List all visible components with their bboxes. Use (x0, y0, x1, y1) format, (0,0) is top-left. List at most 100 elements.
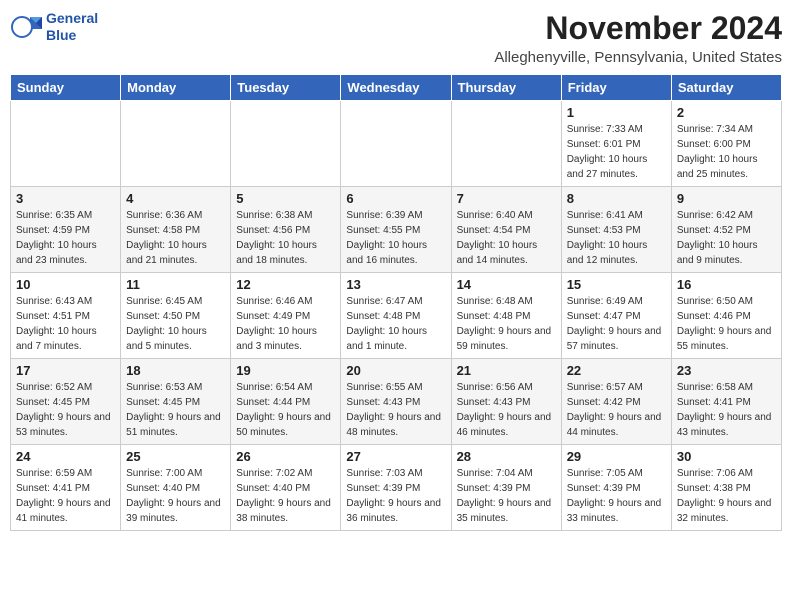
calendar-cell: 3 Sunrise: 6:35 AM Sunset: 4:59 PM Daylig… (11, 187, 121, 273)
calendar-week-3: 10 Sunrise: 6:43 AM Sunset: 4:51 PM Dayli… (11, 273, 782, 359)
day-number: 12 (236, 277, 335, 292)
calendar-cell: 24 Sunrise: 6:59 AM Sunset: 4:41 PM Dayli… (11, 445, 121, 531)
day-detail: Sunrise: 6:46 AM Sunset: 4:49 PM Dayligh… (236, 294, 335, 354)
day-number: 10 (16, 277, 115, 292)
day-number: 28 (457, 449, 556, 464)
header-cell-sunday: Sunday (11, 75, 121, 101)
day-detail: Sunrise: 6:39 AM Sunset: 4:55 PM Dayligh… (346, 208, 445, 268)
day-number: 13 (346, 277, 445, 292)
calendar-cell (121, 101, 231, 187)
day-number: 5 (236, 191, 335, 206)
day-number: 29 (567, 449, 666, 464)
day-detail: Sunrise: 6:40 AM Sunset: 4:54 PM Dayligh… (457, 208, 556, 268)
calendar-week-4: 17 Sunrise: 6:52 AM Sunset: 4:45 PM Dayli… (11, 359, 782, 445)
day-detail: Sunrise: 6:35 AM Sunset: 4:59 PM Dayligh… (16, 208, 115, 268)
calendar-cell: 21Sunrise: 6:56 AM Sunset: 4:43 PM Dayli… (451, 359, 561, 445)
calendar-cell: 11 Sunrise: 6:45 AM Sunset: 4:50 PM Dayli… (121, 273, 231, 359)
day-detail: Sunrise: 6:48 AM Sunset: 4:48 PM Dayligh… (457, 294, 556, 354)
day-number: 15 (567, 277, 666, 292)
day-number: 25 (126, 449, 225, 464)
calendar-cell: 9 Sunrise: 6:42 AM Sunset: 4:52 PM Daylig… (671, 187, 781, 273)
header-cell-friday: Friday (561, 75, 671, 101)
day-number: 16 (677, 277, 776, 292)
calendar-cell: 13 Sunrise: 6:47 AM Sunset: 4:48 PM Dayli… (341, 273, 451, 359)
title-area: November 2024 Alleghenyville, Pennsylvan… (494, 10, 782, 66)
day-detail: Sunrise: 7:03 AM Sunset: 4:39 PM Dayligh… (346, 466, 445, 526)
day-number: 1 (567, 105, 666, 120)
calendar-cell: 7 Sunrise: 6:40 AM Sunset: 4:54 PM Daylig… (451, 187, 561, 273)
day-detail: Sunrise: 6:54 AM Sunset: 4:44 PM Dayligh… (236, 380, 335, 440)
calendar-cell: 16 Sunrise: 6:50 AM Sunset: 4:46 PM Dayli… (671, 273, 781, 359)
calendar-week-1: 1 Sunrise: 7:33 AM Sunset: 6:01 PM Daylig… (11, 101, 782, 187)
day-number: 27 (346, 449, 445, 464)
logo-icon (10, 13, 42, 41)
calendar-cell (11, 101, 121, 187)
day-detail: Sunrise: 7:02 AM Sunset: 4:40 PM Dayligh… (236, 466, 335, 526)
calendar-cell: 2 Sunrise: 7:34 AM Sunset: 6:00 PM Daylig… (671, 101, 781, 187)
day-number: 19 (236, 363, 335, 378)
day-number: 8 (567, 191, 666, 206)
day-detail: Sunrise: 6:53 AM Sunset: 4:45 PM Dayligh… (126, 380, 225, 440)
calendar-cell (341, 101, 451, 187)
day-detail: Sunrise: 7:05 AM Sunset: 4:39 PM Dayligh… (567, 466, 666, 526)
calendar-cell: 10 Sunrise: 6:43 AM Sunset: 4:51 PM Dayli… (11, 273, 121, 359)
day-detail: Sunrise: 7:33 AM Sunset: 6:01 PM Dayligh… (567, 122, 666, 182)
calendar-cell: 1 Sunrise: 7:33 AM Sunset: 6:01 PM Daylig… (561, 101, 671, 187)
day-number: 14 (457, 277, 556, 292)
day-number: 22 (567, 363, 666, 378)
page-header: General Blue November 2024 Alleghenyvill… (10, 10, 782, 66)
header-cell-tuesday: Tuesday (231, 75, 341, 101)
day-detail: Sunrise: 6:59 AM Sunset: 4:41 PM Dayligh… (16, 466, 115, 526)
calendar-week-2: 3 Sunrise: 6:35 AM Sunset: 4:59 PM Daylig… (11, 187, 782, 273)
day-detail: Sunrise: 6:45 AM Sunset: 4:50 PM Dayligh… (126, 294, 225, 354)
calendar-cell: 15 Sunrise: 6:49 AM Sunset: 4:47 PM Dayli… (561, 273, 671, 359)
day-detail: Sunrise: 6:38 AM Sunset: 4:56 PM Dayligh… (236, 208, 335, 268)
day-detail: Sunrise: 6:36 AM Sunset: 4:58 PM Dayligh… (126, 208, 225, 268)
calendar-cell (231, 101, 341, 187)
day-number: 6 (346, 191, 445, 206)
day-detail: Sunrise: 6:43 AM Sunset: 4:51 PM Dayligh… (16, 294, 115, 354)
calendar-week-5: 24 Sunrise: 6:59 AM Sunset: 4:41 PM Dayli… (11, 445, 782, 531)
logo: General Blue (10, 10, 98, 44)
calendar-cell: 30Sunrise: 7:06 AM Sunset: 4:38 PM Dayli… (671, 445, 781, 531)
day-detail: Sunrise: 7:06 AM Sunset: 4:38 PM Dayligh… (677, 466, 776, 526)
day-number: 9 (677, 191, 776, 206)
day-number: 18 (126, 363, 225, 378)
day-detail: Sunrise: 7:04 AM Sunset: 4:39 PM Dayligh… (457, 466, 556, 526)
calendar-cell: 17 Sunrise: 6:52 AM Sunset: 4:45 PM Dayli… (11, 359, 121, 445)
day-number: 21 (457, 363, 556, 378)
calendar-cell: 27 Sunrise: 7:03 AM Sunset: 4:39 PM Dayli… (341, 445, 451, 531)
day-number: 7 (457, 191, 556, 206)
calendar-cell: 22Sunrise: 6:57 AM Sunset: 4:42 PM Dayli… (561, 359, 671, 445)
day-detail: Sunrise: 6:52 AM Sunset: 4:45 PM Dayligh… (16, 380, 115, 440)
day-number: 24 (16, 449, 115, 464)
calendar-cell: 19 Sunrise: 6:54 AM Sunset: 4:44 PM Dayli… (231, 359, 341, 445)
calendar-cell: 23 Sunrise: 6:58 AM Sunset: 4:41 PM Dayli… (671, 359, 781, 445)
day-number: 4 (126, 191, 225, 206)
header-cell-saturday: Saturday (671, 75, 781, 101)
calendar-cell: 6 Sunrise: 6:39 AM Sunset: 4:55 PM Daylig… (341, 187, 451, 273)
day-detail: Sunrise: 7:00 AM Sunset: 4:40 PM Dayligh… (126, 466, 225, 526)
calendar-table: SundayMondayTuesdayWednesdayThursdayFrid… (10, 74, 782, 531)
day-number: 23 (677, 363, 776, 378)
calendar-header-row: SundayMondayTuesdayWednesdayThursdayFrid… (11, 75, 782, 101)
day-detail: Sunrise: 6:58 AM Sunset: 4:41 PM Dayligh… (677, 380, 776, 440)
calendar-body: 1 Sunrise: 7:33 AM Sunset: 6:01 PM Daylig… (11, 101, 782, 531)
day-number: 17 (16, 363, 115, 378)
day-detail: Sunrise: 6:50 AM Sunset: 4:46 PM Dayligh… (677, 294, 776, 354)
calendar-cell: 8 Sunrise: 6:41 AM Sunset: 4:53 PM Daylig… (561, 187, 671, 273)
header-cell-thursday: Thursday (451, 75, 561, 101)
calendar-cell: 12 Sunrise: 6:46 AM Sunset: 4:49 PM Dayli… (231, 273, 341, 359)
day-detail: Sunrise: 6:49 AM Sunset: 4:47 PM Dayligh… (567, 294, 666, 354)
day-detail: Sunrise: 6:42 AM Sunset: 4:52 PM Dayligh… (677, 208, 776, 268)
day-detail: Sunrise: 6:41 AM Sunset: 4:53 PM Dayligh… (567, 208, 666, 268)
day-number: 3 (16, 191, 115, 206)
day-number: 11 (126, 277, 225, 292)
day-detail: Sunrise: 6:47 AM Sunset: 4:48 PM Dayligh… (346, 294, 445, 354)
calendar-cell: 5 Sunrise: 6:38 AM Sunset: 4:56 PM Daylig… (231, 187, 341, 273)
day-number: 2 (677, 105, 776, 120)
calendar-cell: 20Sunrise: 6:55 AM Sunset: 4:43 PM Dayli… (341, 359, 451, 445)
calendar-cell: 28 Sunrise: 7:04 AM Sunset: 4:39 PM Dayli… (451, 445, 561, 531)
header-cell-wednesday: Wednesday (341, 75, 451, 101)
day-detail: Sunrise: 7:34 AM Sunset: 6:00 PM Dayligh… (677, 122, 776, 182)
